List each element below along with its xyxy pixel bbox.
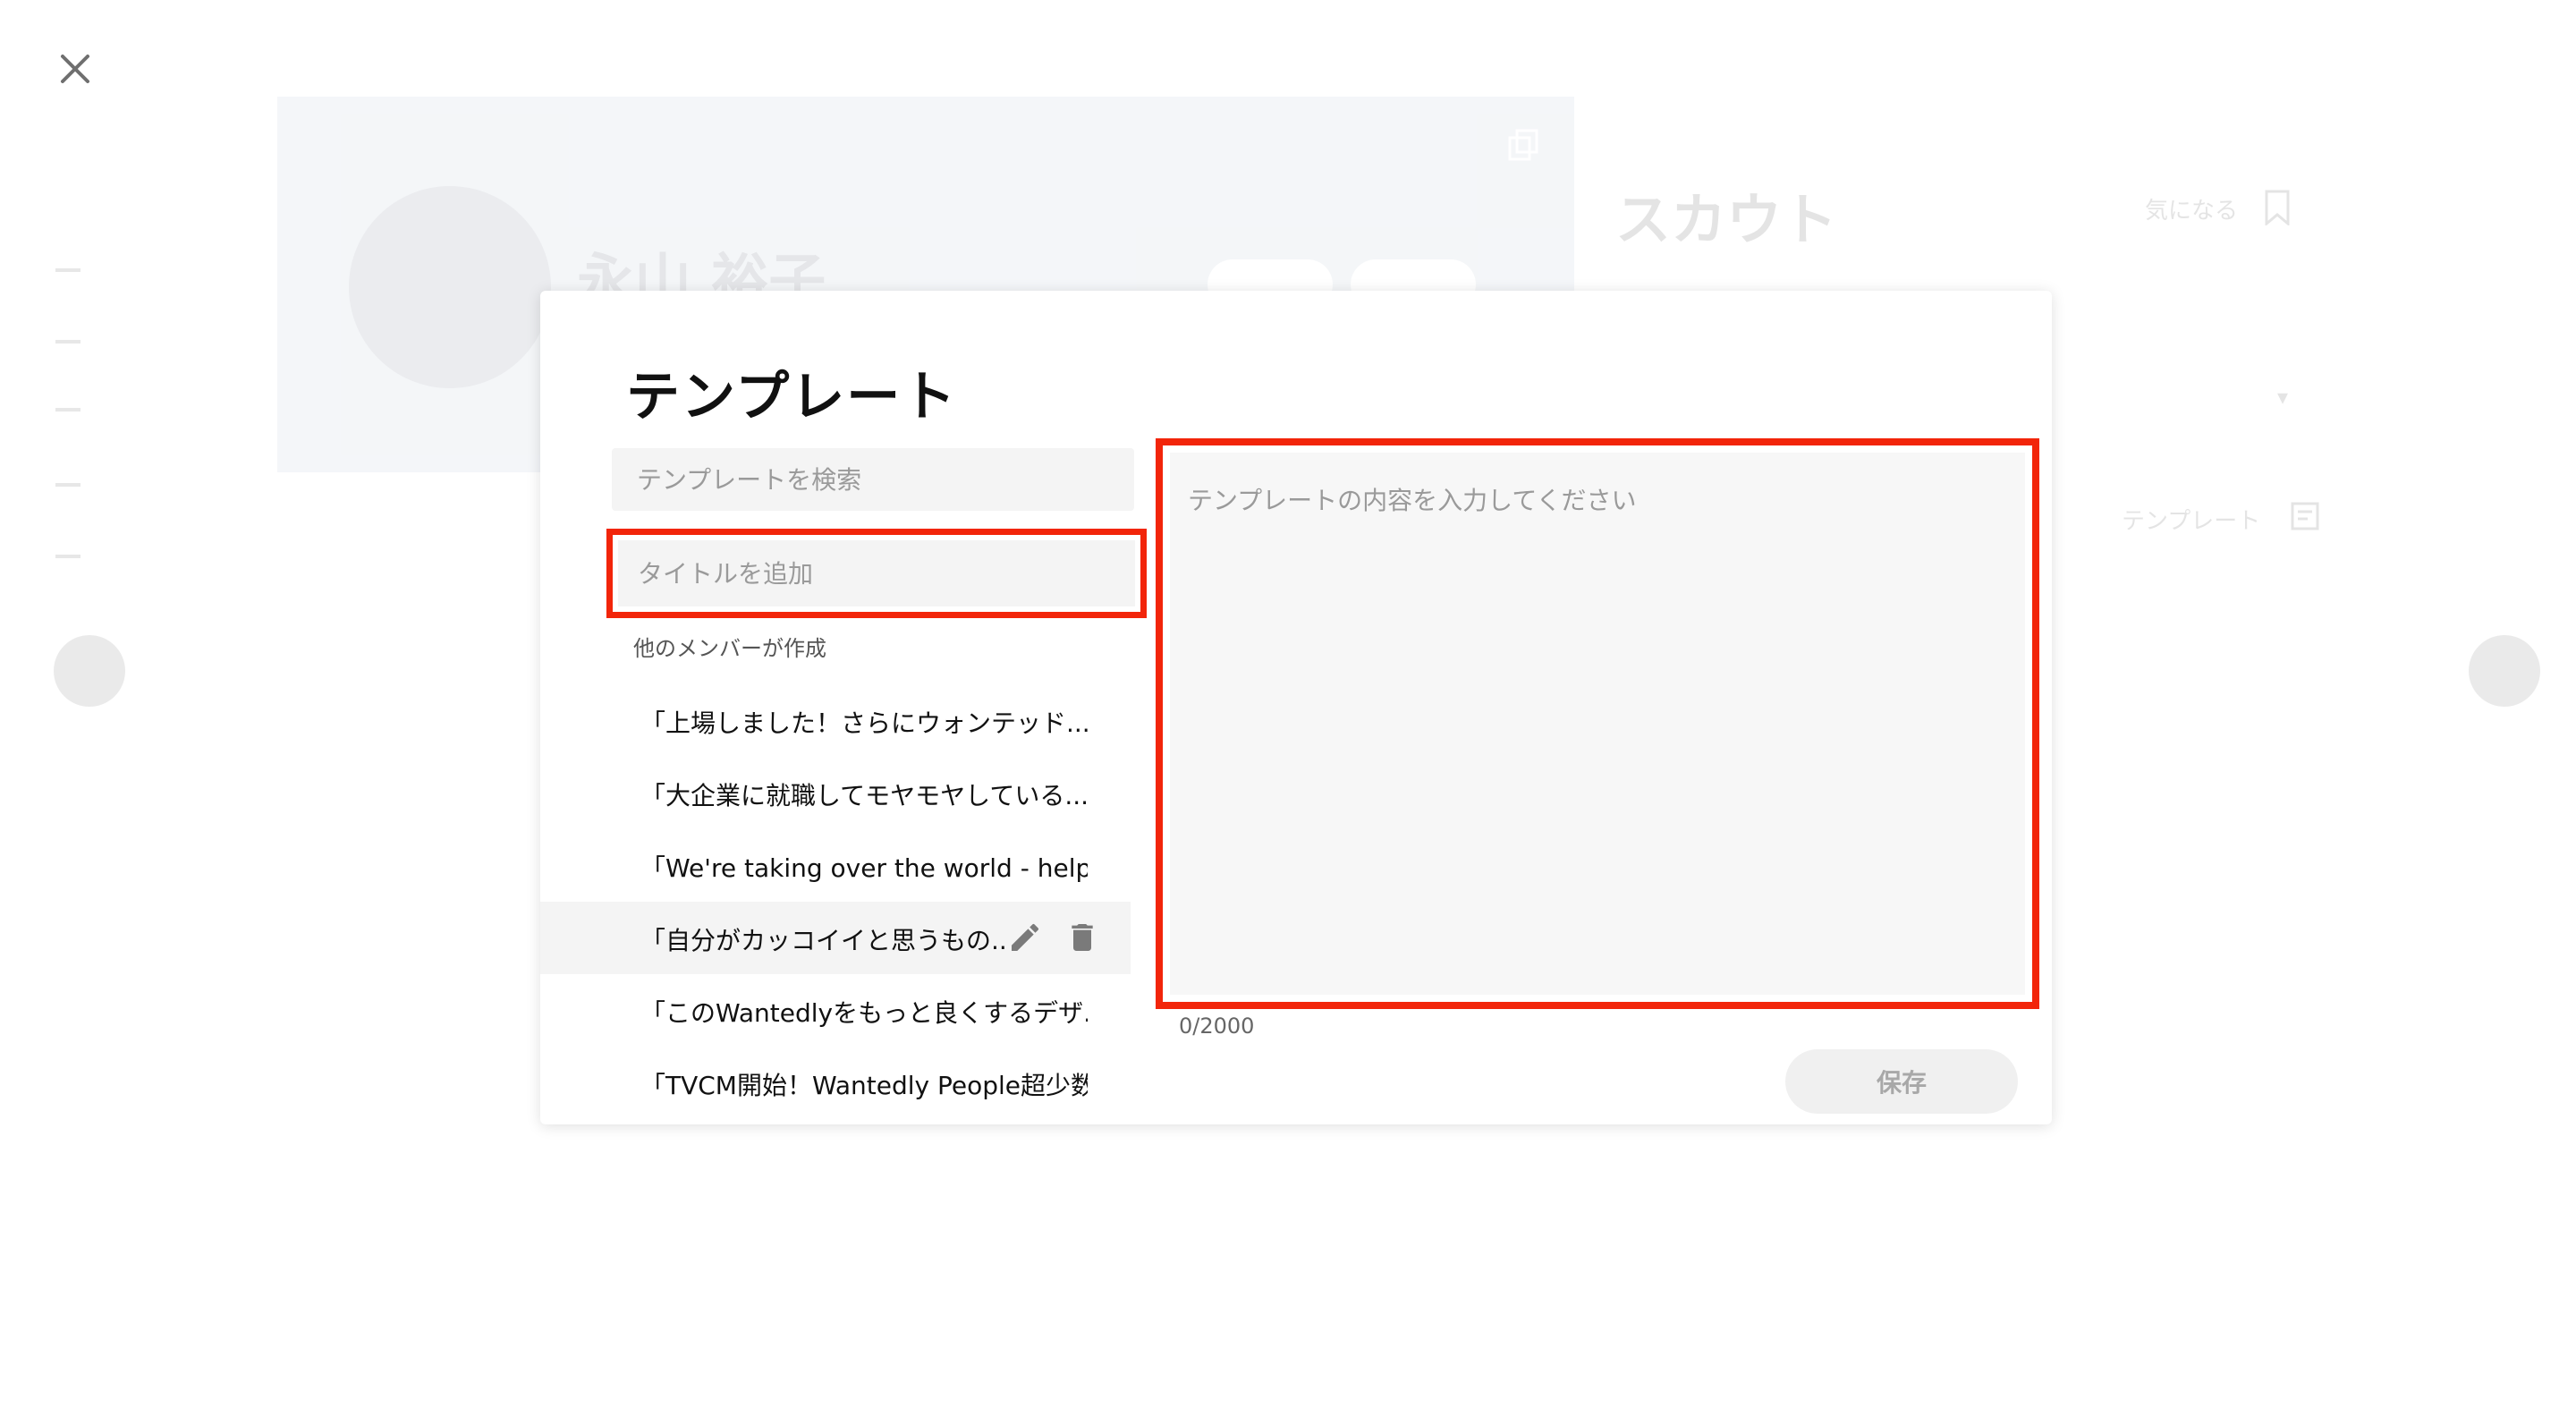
bookmark-icon bbox=[2263, 190, 2292, 229]
template-list-item-label: 「上場しました！さらにウォンテッド... bbox=[640, 708, 1088, 738]
copy-icon bbox=[1506, 127, 1542, 166]
template-link-label: テンプレート bbox=[2122, 508, 2261, 535]
template-list-item-label: 「大企業に就職してモヤモヤしている... bbox=[640, 781, 1088, 810]
section-label: 他のメンバーが作成 bbox=[633, 636, 826, 661]
background-avatar bbox=[54, 635, 125, 707]
side-mark bbox=[55, 555, 80, 558]
template-list-item[interactable]: 「大企業に就職してモヤモヤしている... bbox=[540, 757, 1131, 829]
page: 永山 裕子 スカウト 気になる ▾ テンプレート テンプレート テンプレートを検… bbox=[0, 0, 2576, 1408]
save-button[interactable]: 保存 bbox=[1785, 1049, 2018, 1114]
template-list-item-active[interactable]: 「自分がカッコイイと思うもの... bbox=[540, 902, 1131, 974]
template-list-item[interactable]: 「上場しました！さらにウォンテッド... bbox=[540, 684, 1131, 757]
template-list-item[interactable]: 「TVCM開始！Wantedly People超少数... bbox=[540, 1047, 1131, 1119]
title-input[interactable] bbox=[618, 540, 1135, 606]
side-mark bbox=[55, 483, 80, 487]
template-search-input[interactable] bbox=[612, 448, 1134, 511]
modal-title: テンプレート bbox=[626, 366, 958, 428]
background-avatar bbox=[2469, 635, 2540, 707]
close-icon[interactable] bbox=[55, 49, 95, 89]
pencil-icon[interactable] bbox=[1007, 920, 1043, 959]
template-list-item-label: 「TVCM開始！Wantedly People超少数... bbox=[640, 1071, 1088, 1100]
trash-icon[interactable] bbox=[1064, 920, 1100, 959]
template-list: 「上場しました！さらにウォンテッド... 「大企業に就職してモヤモヤしている..… bbox=[540, 684, 1131, 1119]
template-list-item-label: 「自分がカッコイイと思うもの... bbox=[640, 926, 1007, 955]
template-list-item-label: 「このWantedlyをもっと良くするデザ... bbox=[640, 998, 1088, 1028]
template-modal: テンプレート 他のメンバーが作成 「上場しました！さらにウォンテッド... 「大… bbox=[540, 291, 2052, 1124]
favorite-label: 気になる bbox=[2145, 198, 2239, 225]
scout-title: スカウト bbox=[1615, 187, 1838, 252]
template-content-textarea[interactable] bbox=[1170, 453, 2025, 995]
template-list-item[interactable]: 「We're taking over the world - help us c… bbox=[540, 829, 1131, 902]
side-mark bbox=[55, 340, 80, 344]
chevron-down-icon: ▾ bbox=[2277, 385, 2289, 410]
content-area-highlight bbox=[1156, 438, 2039, 1009]
char-counter: 0/2000 bbox=[1179, 1014, 1255, 1039]
template-list-item-label: 「We're taking over the world - help us c… bbox=[640, 853, 1088, 883]
template-icon bbox=[2290, 501, 2320, 535]
avatar bbox=[349, 186, 551, 388]
title-input-highlight bbox=[606, 529, 1147, 618]
template-list-item[interactable]: 「このWantedlyをもっと良くするデザ... bbox=[540, 974, 1131, 1047]
side-mark bbox=[55, 268, 80, 272]
side-mark bbox=[55, 408, 80, 411]
